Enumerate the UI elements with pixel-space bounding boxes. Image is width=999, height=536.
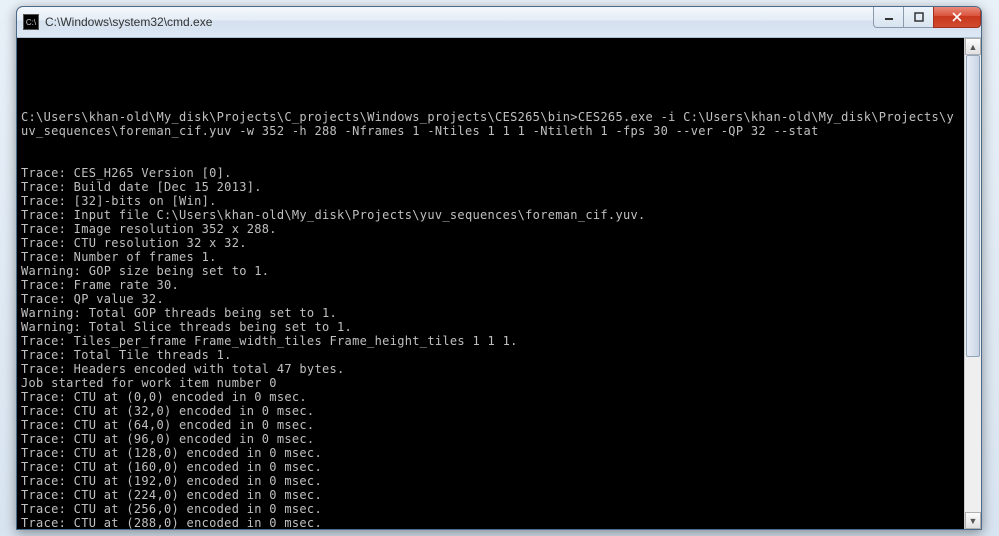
terminal-line: Trace: CTU at (288,0) encoded in 0 msec. xyxy=(21,516,960,529)
terminal-line: Trace: Number of frames 1. xyxy=(21,250,960,264)
terminal-line: Trace: [32]-bits on [Win]. xyxy=(21,194,960,208)
terminal-line: Trace: Headers encoded with total 47 byt… xyxy=(21,362,960,376)
scrollbar-track[interactable] xyxy=(965,55,981,512)
terminal-line: Trace: CTU at (224,0) encoded in 0 msec. xyxy=(21,488,960,502)
close-button[interactable] xyxy=(933,7,981,28)
terminal-line: Trace: CTU at (192,0) encoded in 0 msec. xyxy=(21,474,960,488)
terminal-line: Trace: CES_H265 Version [0]. xyxy=(21,166,960,180)
terminal-line: Trace: CTU at (256,0) encoded in 0 msec. xyxy=(21,502,960,516)
maximize-button[interactable] xyxy=(903,7,933,28)
terminal-line: Trace: CTU resolution 32 x 32. xyxy=(21,236,960,250)
cmd-window: C:\ C:\Windows\system32\cmd.exe C:\Users… xyxy=(16,6,982,530)
command-line: C:\Users\khan-old\My_disk\Projects\C_pro… xyxy=(21,110,960,138)
window-title: C:\Windows\system32\cmd.exe xyxy=(45,15,212,29)
maximize-icon xyxy=(914,12,924,22)
terminal-line: Trace: CTU at (160,0) encoded in 0 msec. xyxy=(21,460,960,474)
terminal-line: Trace: Input file C:\Users\khan-old\My_d… xyxy=(21,208,960,222)
scroll-down-arrow-icon[interactable]: ▼ xyxy=(965,512,981,529)
terminal-line: Trace: CTU at (64,0) encoded in 0 msec. xyxy=(21,418,960,432)
terminal-line: Warning: GOP size being set to 1. xyxy=(21,264,960,278)
terminal-line: Trace: Total Tile threads 1. xyxy=(21,348,960,362)
terminal-line: Trace: Tiles_per_frame Frame_width_tiles… xyxy=(21,334,960,348)
minimize-button[interactable] xyxy=(873,7,903,28)
close-icon xyxy=(952,12,962,22)
terminal-line: Trace: QP value 32. xyxy=(21,292,960,306)
blank-line xyxy=(21,68,960,82)
terminal-line: Trace: Build date [Dec 15 2013]. xyxy=(21,180,960,194)
terminal-line: Warning: Total Slice threads being set t… xyxy=(21,320,960,334)
terminal-line: Trace: CTU at (32,0) encoded in 0 msec. xyxy=(21,404,960,418)
vertical-scrollbar[interactable]: ▲ ▼ xyxy=(964,38,981,529)
cmd-icon: C:\ xyxy=(23,14,39,30)
scroll-up-arrow-icon[interactable]: ▲ xyxy=(965,38,981,55)
terminal-line: Trace: CTU at (96,0) encoded in 0 msec. xyxy=(21,432,960,446)
titlebar[interactable]: C:\ C:\Windows\system32\cmd.exe xyxy=(17,7,981,38)
terminal-line: Trace: Image resolution 352 x 288. xyxy=(21,222,960,236)
terminal-output[interactable]: C:\Users\khan-old\My_disk\Projects\C_pro… xyxy=(17,38,964,529)
terminal-line: Warning: Total GOP threads being set to … xyxy=(21,306,960,320)
terminal-line: Job started for work item number 0 xyxy=(21,376,960,390)
scrollbar-thumb[interactable] xyxy=(966,55,980,357)
window-controls xyxy=(873,7,981,28)
terminal-line: Trace: Frame rate 30. xyxy=(21,278,960,292)
minimize-icon xyxy=(884,12,894,22)
terminal-line: Trace: CTU at (0,0) encoded in 0 msec. xyxy=(21,390,960,404)
terminal-line: Trace: CTU at (128,0) encoded in 0 msec. xyxy=(21,446,960,460)
